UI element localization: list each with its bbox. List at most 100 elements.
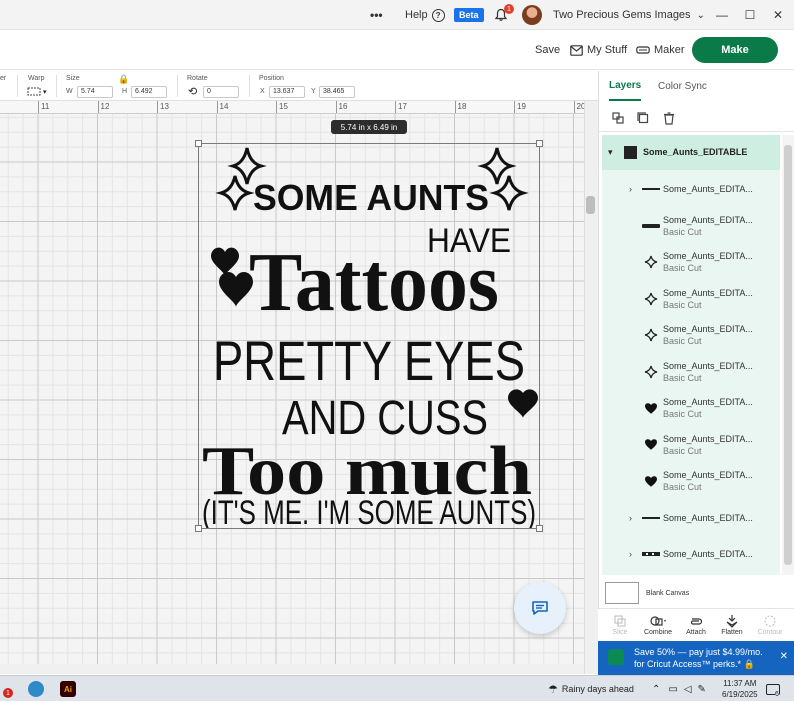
minimize-button[interactable]: — [708,0,736,30]
cricut-app-taskbar-icon[interactable] [28,676,44,702]
clock[interactable]: 11:37 AM 6/19/2025 [722,676,758,702]
tab-color-sync[interactable]: Color Sync [658,71,707,101]
layer-actions-bar: Slice Combine Attach Flatten Contour [598,608,794,642]
layer-name: Some_Aunts_EDITA... [663,512,753,523]
duplicate-icon[interactable] [635,110,651,126]
ruler-tick [38,101,39,113]
layer-row[interactable]: Some_Aunts_EDITA... Basic Cut [602,391,780,427]
art-line-7: (IT'S ME. I'M SOME AUNTS) [202,494,536,528]
contour-button[interactable]: Contour [752,613,788,636]
combine-button[interactable]: Combine [640,613,676,636]
system-tray-icons[interactable]: ⌃ ▭ ◁ ✎ [652,676,706,702]
design-artwork[interactable]: SOME AUNTS HAVE Tattoos PRETTY EYES AND … [199,144,539,528]
layer-name: Some_Aunts_EDITA... [663,549,753,559]
layer-tools [599,102,794,132]
chevron-down-icon[interactable]: ▾ [608,147,613,158]
layer-row[interactable]: Some_Aunts_EDITA... Basic Cut [602,464,780,500]
ruler-tick [514,101,515,113]
weather-widget[interactable]: ☂ Rainy days ahead [548,676,634,702]
art-line-3: Tattoos [249,236,499,329]
heart-icon [642,472,660,490]
combine-icon [640,613,676,629]
layer-row[interactable]: Some_Aunts_EDITA... Basic Cut [602,209,780,245]
more-menu-button[interactable]: ••• [370,0,383,30]
layer-row[interactable]: › Some_Aunts_EDITA... [602,537,780,573]
line-icon [642,509,660,527]
avatar[interactable] [522,5,542,25]
maker-button[interactable]: Maker [636,30,685,70]
umbrella-icon: ☂ [548,683,558,696]
account-menu[interactable]: Two Precious Gems Images ⌄ [553,0,705,30]
layers-scroll-thumb[interactable] [784,145,792,565]
x-position-input[interactable]: 13.637 [269,86,305,98]
close-promo-button[interactable]: ✕ [780,651,788,662]
blank-canvas-swatch[interactable] [605,582,639,604]
group-icon[interactable] [610,110,626,126]
warp-dropdown[interactable]: ▾ [27,87,47,96]
tab-layers[interactable]: Layers [609,71,642,101]
chevron-right-icon[interactable]: › [629,184,632,194]
make-button[interactable]: Make [692,37,778,63]
layer-group-row[interactable]: ▾ Some_Aunts_EDITABLE [602,135,780,170]
canvas-scroll-thumb[interactable] [586,196,595,214]
group-thumbnail-icon [624,146,637,159]
canvas-horizontal-scrollbar[interactable] [0,664,584,674]
ruler-tick [157,101,158,113]
my-stuff-button[interactable]: My Stuff [570,30,627,70]
clock-time: 11:37 AM [723,679,757,688]
canvas-vertical-scrollbar[interactable] [584,101,598,674]
pen-icon: ✎ [697,683,706,695]
rotate-icon[interactable]: ⟲ [188,85,197,98]
promo-banner[interactable]: Save 50% — pay just $4.99/mo. for Cricut… [598,641,794,675]
position-label: Position [259,75,284,82]
slice-label: Slice [612,629,628,636]
heart-shape [211,247,239,276]
sparkle-icon [642,326,660,344]
width-input[interactable]: 5.74 [77,86,113,98]
text-line-icon [642,217,660,235]
y-position-input[interactable]: 38.465 [319,86,355,98]
ruler-tick [276,101,277,113]
chevron-up-icon: ⌃ [652,683,661,695]
layer-row[interactable]: Some_Aunts_EDITA... Basic Cut [602,428,780,464]
chat-button[interactable] [514,582,566,634]
trash-icon[interactable] [661,110,677,126]
toolbar-cut-label: er [0,75,7,82]
chevron-right-icon[interactable]: › [629,549,632,559]
maximize-button[interactable]: ☐ [736,0,764,30]
help-button[interactable]: Help ? [405,0,445,30]
layer-row[interactable]: Some_Aunts_EDITA... Basic Cut [602,355,780,391]
size-label: Size [66,75,80,82]
envelope-icon [570,44,583,56]
layer-row[interactable]: › Some_Aunts_EDITA... [602,172,780,208]
line-icon [642,180,660,198]
close-window-button[interactable]: ✕ [764,0,792,30]
layer-name: Some_Aunts_EDITA... [663,287,753,298]
promo-line-2: for Cricut Access™ perks.* 🔒 [634,659,755,669]
layer-row[interactable]: Some_Aunts_EDITA... Basic Cut [602,245,780,281]
layers-list: ▾ Some_Aunts_EDITABLE › Some_Aunts_EDITA.… [602,135,780,575]
illustrator-taskbar-icon[interactable]: Ai [60,676,76,702]
save-button[interactable]: Save [535,30,560,70]
attach-button[interactable]: Attach [678,613,714,636]
flatten-button[interactable]: Flatten [714,613,750,636]
ruler-tick-label: 20 [576,102,585,111]
sparkle-icon [642,290,660,308]
layer-name: Some_Aunts_EDITA... [663,433,753,444]
rotate-input[interactable]: 0 [203,86,239,98]
slice-button[interactable]: Slice [602,613,638,636]
beta-badge[interactable]: Beta [454,0,484,30]
ruler-tick-label: 19 [517,102,526,111]
chevron-right-icon[interactable]: › [629,513,632,523]
notification-center-button[interactable]: 6 [766,676,780,702]
layer-row[interactable]: Some_Aunts_EDITA... Basic Cut [602,318,780,354]
height-input[interactable]: 6.492 [131,86,167,98]
heart-shape [508,389,538,418]
layer-row[interactable]: › Some_Aunts_EDITA... [602,501,780,537]
size-indicator: 5.74 in x 6.49 in [331,120,407,134]
layer-row[interactable]: Some_Aunts_EDITA... Basic Cut [602,282,780,318]
ruler-tick-label: 16 [338,102,348,111]
layer-name: Some_Aunts_EDITA... [663,251,753,261]
lock-icon[interactable]: 🔒 [118,74,129,85]
my-stuff-label: My Stuff [587,44,628,56]
